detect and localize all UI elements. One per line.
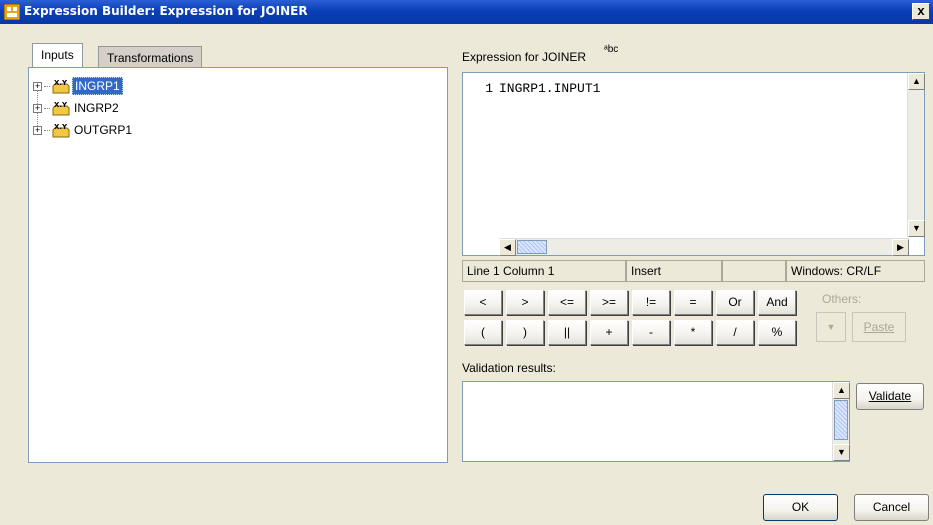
operator-and-button[interactable]: And xyxy=(758,290,796,315)
tab-transformations-label: Transformations xyxy=(107,51,194,65)
chevron-down-icon: ▼ xyxy=(826,322,836,332)
operator-modulo-button[interactable]: % xyxy=(758,320,796,345)
operator-eq-button[interactable]: = xyxy=(674,290,712,315)
status-mode: Insert xyxy=(626,260,722,282)
cancel-button[interactable]: Cancel xyxy=(854,494,929,521)
svg-text:X.Y: X.Y xyxy=(54,101,68,109)
validation-scrollbar[interactable]: ▲ ▼ xyxy=(832,382,850,461)
operator-lt-button[interactable]: < xyxy=(464,290,502,315)
status-position: Line 1 Column 1 xyxy=(462,260,626,282)
scroll-thumb[interactable] xyxy=(834,400,848,440)
operator-gt-button[interactable]: > xyxy=(506,290,544,315)
operator-open-paren-button[interactable]: ( xyxy=(464,320,502,345)
operator-close-paren-button[interactable]: ) xyxy=(506,320,544,345)
operator-plus-button[interactable]: + xyxy=(590,320,628,345)
group-icon: X.Y xyxy=(52,79,70,94)
scroll-thumb[interactable] xyxy=(517,240,547,254)
tab-inputs[interactable]: Inputs xyxy=(32,43,83,67)
operator-concat-button[interactable]: || xyxy=(548,320,586,345)
scroll-down-icon[interactable]: ▼ xyxy=(833,444,850,461)
editor-horizontal-scrollbar[interactable]: ◀ ▶ xyxy=(499,238,909,256)
operator-divide-button[interactable]: / xyxy=(716,320,754,345)
svg-text:X.Y: X.Y xyxy=(54,123,68,131)
tree-item-label: INGRP2 xyxy=(74,101,119,115)
operator-minus-button[interactable]: - xyxy=(632,320,670,345)
tab-transformations[interactable]: Transformations xyxy=(98,46,203,67)
line-number: 1 xyxy=(485,81,493,96)
group-icon: X.Y xyxy=(52,101,70,116)
expression-code[interactable]: INGRP1.INPUT1 xyxy=(499,81,600,96)
tree-dots xyxy=(44,85,50,87)
tree-dots xyxy=(44,107,50,109)
expression-editor[interactable]: 1 INGRP1.INPUT1 ▲ ▼ ◀ ▶ xyxy=(462,72,925,256)
expression-label: Expression for JOINER xyxy=(462,50,587,64)
editor-vertical-scrollbar[interactable]: ▲ ▼ xyxy=(907,73,925,237)
tree-item-outgrp1[interactable]: + X.Y OUTGRP1 xyxy=(33,120,134,140)
tree-item-ingrp1[interactable]: + X.Y INGRP1 xyxy=(33,76,123,96)
paste-button[interactable]: Paste xyxy=(852,312,906,342)
scroll-down-icon[interactable]: ▼ xyxy=(908,220,925,237)
validation-label: Validation results: xyxy=(462,361,556,375)
tree-item-label: INGRP1 xyxy=(72,77,123,95)
abc-icon: ᵃbc xyxy=(604,44,619,55)
inputs-tree-panel[interactable]: + X.Y INGRP1 + X.Y INGRP2 + X.Y OUTGRP1 xyxy=(28,67,448,463)
expand-icon[interactable]: + xyxy=(33,81,42,91)
others-label: Others: xyxy=(822,292,862,306)
status-line-ending: Windows: CR/LF xyxy=(786,260,925,282)
validate-button[interactable]: Validate xyxy=(856,383,924,410)
status-mode-text: Insert xyxy=(631,264,662,278)
scroll-left-icon[interactable]: ◀ xyxy=(499,239,516,256)
window-title: Expression Builder: Expression for JOINE… xyxy=(24,4,308,18)
tab-inputs-label: Inputs xyxy=(41,48,74,62)
others-dropdown-button[interactable]: ▼ xyxy=(816,312,846,342)
svg-text:X.Y: X.Y xyxy=(54,79,68,87)
scroll-up-icon[interactable]: ▲ xyxy=(908,73,925,90)
operator-or-button[interactable]: Or xyxy=(716,290,754,315)
line-number-gutter: 1 xyxy=(463,73,497,237)
status-blank xyxy=(722,260,786,282)
group-icon: X.Y xyxy=(52,123,70,138)
tree-item-ingrp2[interactable]: + X.Y INGRP2 xyxy=(33,98,121,118)
tree-item-label: OUTGRP1 xyxy=(74,123,133,137)
title-bar: Expression Builder: Expression for JOINE… xyxy=(0,0,933,24)
operator-multiply-button[interactable]: * xyxy=(674,320,712,345)
validation-results-box[interactable]: ▲ ▼ xyxy=(462,381,850,462)
expand-icon[interactable]: + xyxy=(33,125,42,135)
close-icon: x xyxy=(917,3,925,18)
expand-icon[interactable]: + xyxy=(33,103,42,113)
operator-ge-button[interactable]: >= xyxy=(590,290,628,315)
status-line-ending-text: Windows: CR/LF xyxy=(791,264,882,278)
app-icon xyxy=(4,4,20,20)
ok-button[interactable]: OK xyxy=(763,494,838,521)
close-button[interactable]: x xyxy=(912,3,930,20)
status-position-text: Line 1 Column 1 xyxy=(467,264,555,278)
tree-dots xyxy=(44,129,50,131)
scroll-right-icon[interactable]: ▶ xyxy=(892,239,909,256)
operator-le-button[interactable]: <= xyxy=(548,290,586,315)
scroll-up-icon[interactable]: ▲ xyxy=(833,382,850,399)
operator-ne-button[interactable]: != xyxy=(632,290,670,315)
